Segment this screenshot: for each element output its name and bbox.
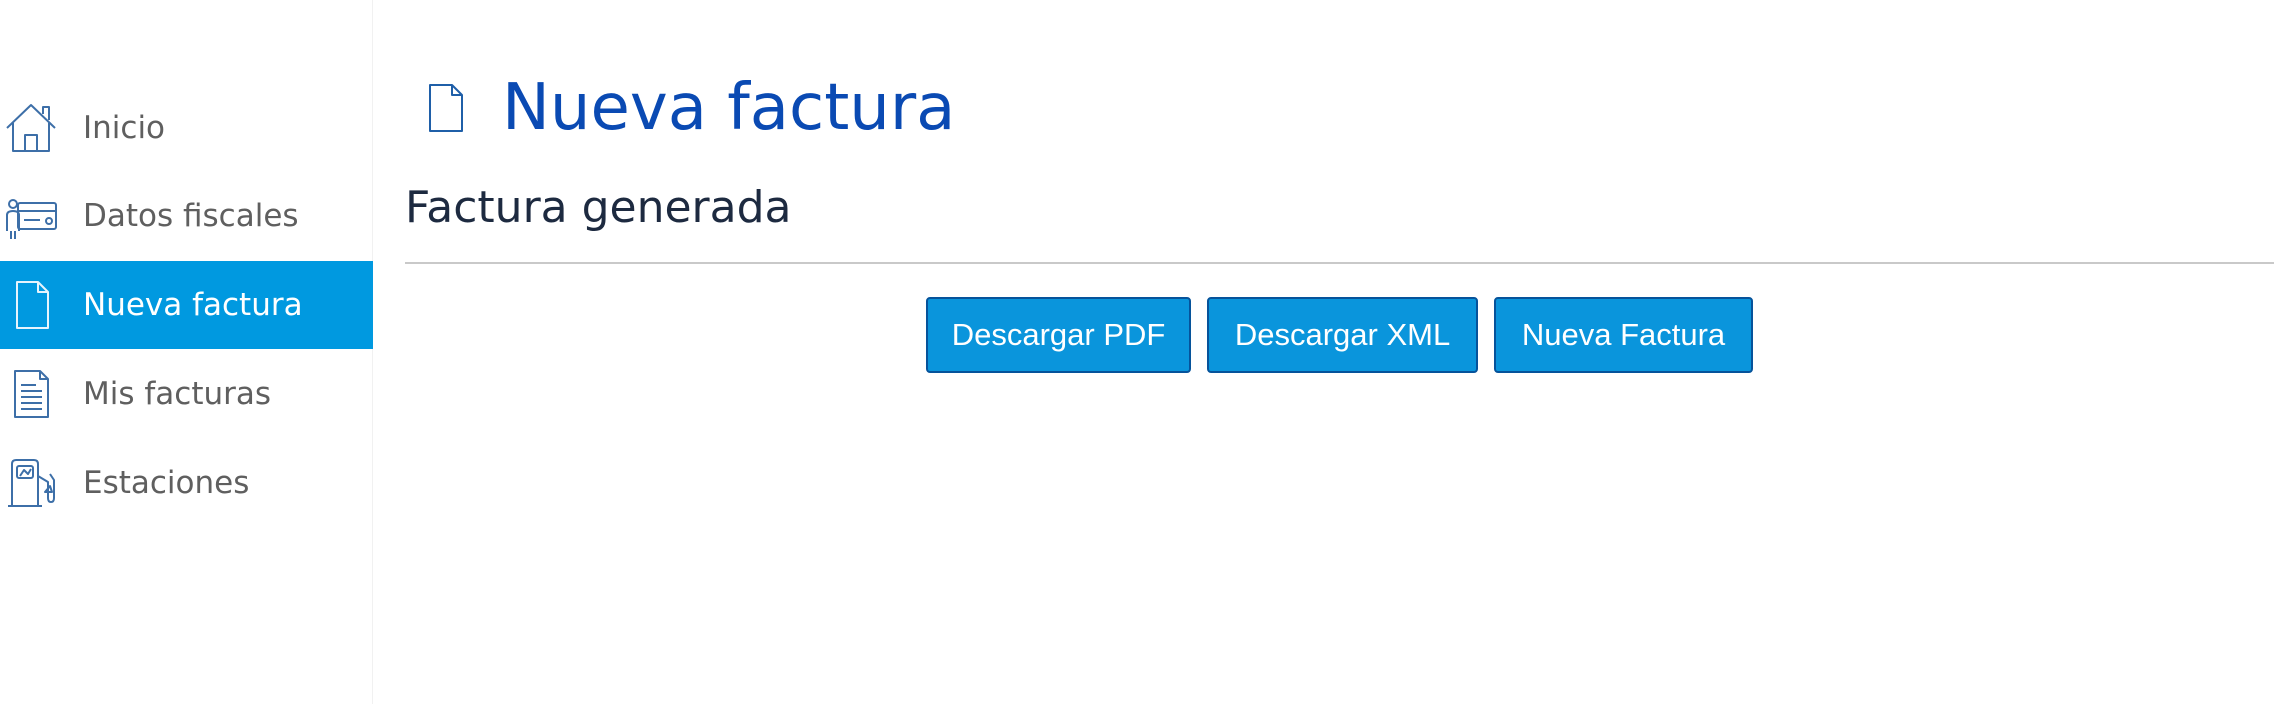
action-buttons: Descargar PDF Descargar XML Nueva Factur…: [926, 297, 1753, 373]
sidebar-item-label: Inicio: [83, 110, 166, 146]
sidebar-item-estaciones[interactable]: Estaciones: [0, 439, 373, 527]
gas-pump-icon: [4, 456, 58, 510]
sidebar-item-label: Nueva factura: [83, 287, 303, 323]
id-card-icon: [4, 189, 58, 243]
sidebar-item-nueva-factura[interactable]: Nueva factura: [0, 261, 373, 349]
download-pdf-button[interactable]: Descargar PDF: [926, 297, 1191, 373]
document-lines-icon: [4, 367, 58, 421]
divider: [405, 262, 2274, 264]
document-icon: [4, 278, 58, 332]
new-invoice-button[interactable]: Nueva Factura: [1494, 297, 1753, 373]
download-xml-button[interactable]: Descargar XML: [1207, 297, 1478, 373]
document-icon: [424, 81, 468, 135]
sidebar: Inicio Datos fiscales Nueva factura Mis …: [0, 0, 373, 704]
sidebar-item-mis-facturas[interactable]: Mis facturas: [0, 350, 373, 438]
page-title: Nueva factura: [502, 71, 956, 145]
house-icon: [4, 101, 58, 155]
page-header: Nueva factura: [424, 70, 955, 146]
section-title: Factura generada: [405, 182, 792, 233]
main-content: Nueva factura Factura generada Descargar…: [374, 0, 2288, 704]
sidebar-item-inicio[interactable]: Inicio: [0, 84, 373, 172]
sidebar-item-datos-fiscales[interactable]: Datos fiscales: [0, 172, 373, 260]
sidebar-item-label: Mis facturas: [83, 376, 272, 412]
sidebar-item-label: Estaciones: [83, 465, 250, 501]
sidebar-item-label: Datos fiscales: [83, 198, 299, 234]
